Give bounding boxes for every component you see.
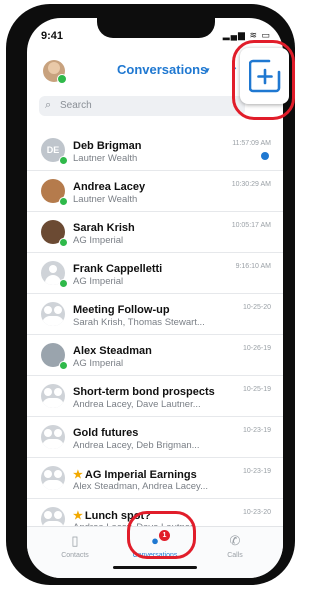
conversation-subtitle: Lautner Wealth [73,153,138,164]
search-input[interactable]: ⌕ Search [39,96,245,116]
avatar [41,466,65,490]
conversation-name: Meeting Follow-up [73,304,170,316]
avatar [41,384,65,408]
conversation-name-text: Sarah Krish [73,222,135,234]
online-status-dot [59,156,68,165]
conversation-row[interactable]: Alex Steadman AG Imperial 10-26-19 [27,335,283,376]
conversation-name: Frank Cappelletti [73,263,162,275]
conversation-name-text: Deb Brigman [73,140,142,152]
new-conversation-button[interactable] [240,48,289,104]
conversation-name-text: Andrea Lacey [73,181,146,193]
online-status-dot [59,197,68,206]
conversation-timestamp: 10-26-19 [242,345,271,352]
conversation-name: Gold futures [73,427,138,439]
conversation-subtitle: Alex Steadman, Andrea Lacey... [73,481,209,492]
conversation-timestamp: 11:57:09 AM [232,140,271,147]
conversation-timestamp: 10:05:17 AM [231,222,271,229]
star-icon: ★ [73,469,83,481]
avatar [41,302,65,326]
conversation-row[interactable]: Meeting Follow-up Sarah Krish, Thomas Ste… [27,294,283,335]
conversation-row[interactable]: Sarah Krish AG Imperial 10:05:17 AM [27,212,283,253]
conversation-name: ★ AG Imperial Earnings [73,468,197,481]
conversation-timestamp: 10-23-19 [242,468,271,475]
avatar [41,425,65,449]
conversation-name: Deb Brigman [73,140,141,152]
compose-icon [249,59,281,93]
conversation-name: Sarah Krish [73,222,135,234]
conversation-timestamp: 10:30:29 AM [231,181,271,188]
my-status-dot [57,74,67,84]
contacts-icon: ▯ [71,533,79,548]
online-status-dot [59,238,68,247]
conversation-name: Alex Steadman [73,345,152,357]
conversation-name-text: Alex Steadman [73,345,152,357]
conversation-timestamp: 10-25-20 [242,304,271,311]
conversations-tab-highlight [127,511,196,559]
conversation-row[interactable]: DE Deb Brigman Lautner Wealth 11:57:09 AM [27,130,283,171]
conversation-row[interactable]: Frank Cappelletti AG Imperial 9:16:10 AM [27,253,283,294]
search-placeholder: Search [60,100,92,111]
chevron-down-icon[interactable]: ▾ [205,65,210,76]
status-bar: 9:41 ▂▄▆ ≋ ▭ [27,18,283,44]
conversation-timestamp: 9:16:10 AM [235,263,271,270]
conversation-subtitle: Sarah Krish, Thomas Stewart... [73,317,205,328]
tab-contacts[interactable]: ▯ Contacts [35,533,115,559]
tab-calls[interactable]: ✆ Calls [195,533,275,559]
conversation-subtitle: Andrea Lacey, Dave Lautner... [73,399,201,410]
online-status-dot [59,279,68,288]
home-indicator [113,566,197,569]
conversation-subtitle: AG Imperial [73,276,124,287]
conversation-timestamp: 10-25-19 [242,386,271,393]
conversation-row[interactable]: Short-term bond prospects Andrea Lacey, D… [27,376,283,417]
conversation-name: Short-term bond prospects [73,386,215,398]
conversation-name-text: Frank Cappelletti [73,263,163,275]
conversation-name: Andrea Lacey [73,181,145,193]
conversation-subtitle: Lautner Wealth [73,194,138,205]
conversation-subtitle: AG Imperial [73,358,124,369]
phone-icon: ✆ [229,533,241,548]
search-icon: ⌕ [45,99,52,111]
conversation-timestamp: 10-23-19 [242,427,271,434]
conversation-name-text: Short-term bond prospects [73,386,215,398]
conversation-name-text: Meeting Follow-up [73,304,170,316]
conversation-timestamp: 10-23-20 [242,509,271,516]
conversation-row[interactable]: ★ AG Imperial Earnings Alex Steadman, Andr… [27,458,283,499]
online-status-dot [59,361,68,370]
conversation-row[interactable]: Andrea Lacey Lautner Wealth 10:30:29 AM [27,171,283,212]
conversation-row[interactable]: Gold futures Andrea Lacey, Deb Brigman...… [27,417,283,458]
status-time: 9:41 [41,30,64,42]
tab-label: Calls [227,552,243,559]
tab-label: Contacts [61,552,89,559]
conversation-subtitle: Andrea Lacey, Deb Brigman... [73,440,200,451]
page-title[interactable]: Conversations [117,62,207,77]
star-icon: ★ [73,510,83,522]
unread-indicator [261,152,269,160]
conversation-name-text: AG Imperial Earnings [84,469,197,481]
conversation-name-text: Gold futures [73,427,139,439]
conversation-subtitle: AG Imperial [73,235,124,246]
